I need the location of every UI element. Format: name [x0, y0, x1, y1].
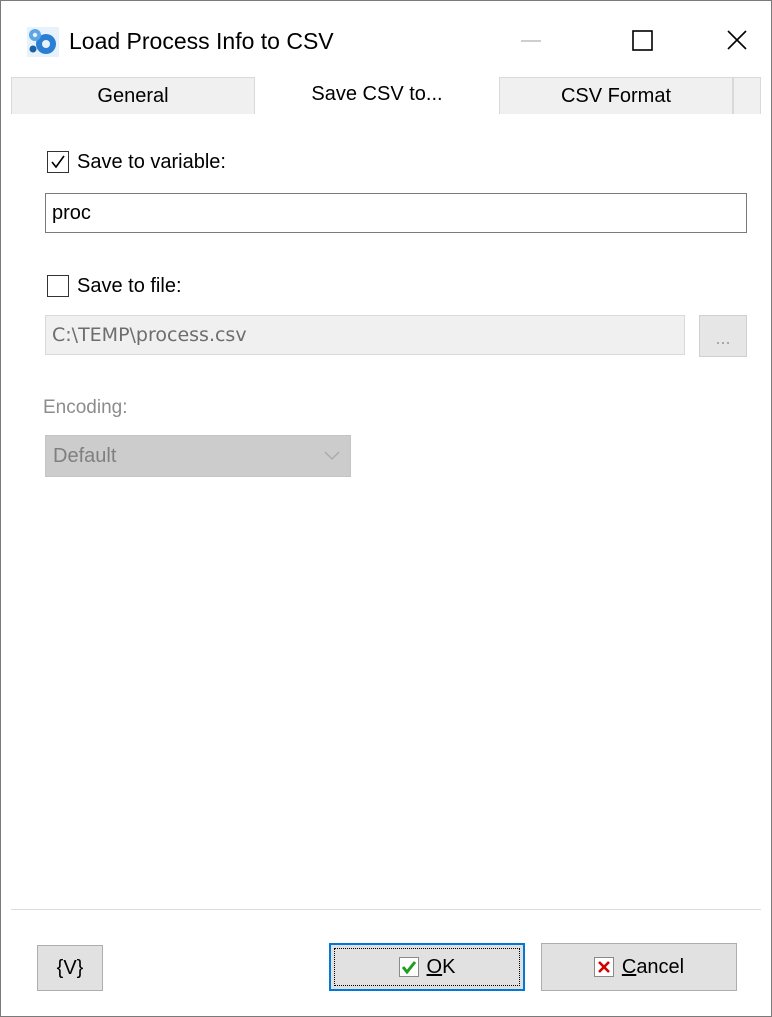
- chevron-down-icon: [324, 451, 340, 460]
- checkmark-icon: [51, 155, 65, 169]
- insert-variable-button[interactable]: {V}: [37, 945, 103, 991]
- save-to-variable-label: Save to variable:: [77, 151, 226, 173]
- tab-strip-filler: [733, 77, 761, 114]
- tab-csv-format[interactable]: CSV Format: [499, 77, 733, 114]
- maximize-button[interactable]: [613, 15, 673, 65]
- title-bar[interactable]: Load Process Info to CSV: [1, 1, 771, 75]
- cancel-button[interactable]: Cancel: [541, 943, 737, 991]
- tab-general[interactable]: General: [11, 77, 255, 114]
- variable-name-input[interactable]: proc: [45, 193, 747, 233]
- ok-check-icon: [398, 957, 419, 977]
- save-to-file-option[interactable]: Save to file:: [47, 273, 182, 299]
- tab-panel-save-csv-to: Save to variable: proc Save to file: C:\…: [11, 115, 761, 907]
- cancel-label: Cancel: [621, 955, 685, 978]
- gears-icon: [27, 27, 59, 57]
- close-icon: [727, 30, 747, 50]
- save-to-variable-option[interactable]: Save to variable:: [47, 149, 226, 175]
- cancel-x-icon: [593, 957, 614, 977]
- browse-button[interactable]: ...: [699, 315, 747, 357]
- maximize-icon: [632, 30, 653, 51]
- close-button[interactable]: [707, 15, 767, 65]
- focus-rectangle: [334, 948, 520, 986]
- minimize-icon: [521, 40, 541, 42]
- save-to-file-checkbox[interactable]: [47, 275, 69, 297]
- window-title: Load Process Info to CSV: [69, 28, 334, 54]
- insert-variable-label: {V}: [56, 956, 84, 979]
- dialog-window: Load Process Info to CSV General Save CS…: [0, 0, 772, 1017]
- encoding-label: Encoding:: [43, 397, 128, 418]
- tab-strip: General Save CSV to... CSV Format: [11, 75, 761, 116]
- footer-separator: [11, 909, 761, 910]
- tab-save-csv-to[interactable]: Save CSV to...: [255, 75, 499, 116]
- save-to-variable-checkbox[interactable]: [47, 151, 69, 173]
- save-to-file-label: Save to file:: [77, 275, 182, 297]
- encoding-select[interactable]: Default: [45, 435, 351, 477]
- minimize-button[interactable]: [501, 15, 561, 65]
- encoding-selected-value: Default: [53, 445, 117, 467]
- file-path-input[interactable]: C:\TEMP\process.csv: [45, 315, 685, 355]
- ok-button[interactable]: OK: [329, 943, 525, 991]
